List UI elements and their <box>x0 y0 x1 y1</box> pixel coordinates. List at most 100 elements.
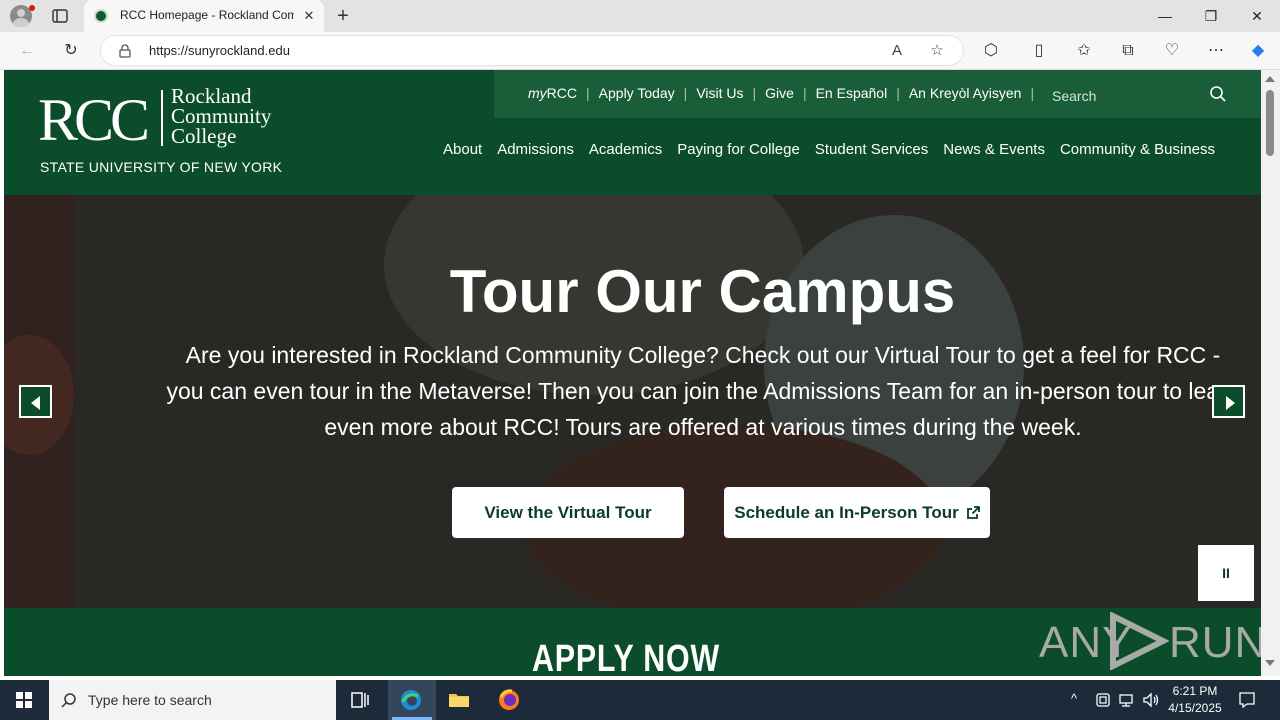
favorite-star-icon[interactable]: ☆ <box>927 41 947 61</box>
site-favicon-icon <box>94 9 108 23</box>
separator: | <box>896 85 900 101</box>
hero-slider: Tour Our Campus Are you interested in Ro… <box>4 195 1261 608</box>
chevron-left-icon <box>31 396 40 410</box>
view-virtual-tour-label: View the Virtual Tour <box>484 502 652 522</box>
close-window-button[interactable]: ✕ <box>1242 6 1272 26</box>
site-header: RCC Rockland Community College STATE UNI… <box>4 70 1261 195</box>
logo-name-line3: College <box>171 124 237 148</box>
notifications-icon[interactable] <box>1238 691 1256 709</box>
address-bar[interactable]: https://sunyrockland.edu A ☆ <box>100 35 964 66</box>
play-logo-icon <box>1110 612 1169 670</box>
myrcc-suffix: RCC <box>546 85 578 101</box>
main-nav: About Admissions Academics Paying for Co… <box>443 141 1230 158</box>
nav-paying-for-college[interactable]: Paying for College <box>677 141 800 158</box>
read-aloud-icon[interactable]: A <box>887 41 907 61</box>
url-text[interactable]: https://sunyrockland.edu <box>149 43 290 58</box>
nav-student-services[interactable]: Student Services <box>815 141 928 158</box>
schedule-tour-button[interactable]: Schedule an In-Person Tour <box>724 487 990 538</box>
pause-slider-button[interactable]: II <box>1198 545 1254 601</box>
utility-links: myRCC | Apply Today | Visit Us | Give | … <box>528 85 1043 101</box>
next-slide-button[interactable] <box>1212 385 1245 418</box>
restore-button[interactable]: ❐ <box>1196 6 1226 26</box>
nav-admissions[interactable]: Admissions <box>497 141 574 158</box>
taskbar-search-placeholder: Type here to search <box>88 692 212 708</box>
scrollbar-thumb[interactable] <box>1266 90 1274 156</box>
back-icon[interactable]: ← <box>16 40 38 62</box>
split-screen-icon[interactable]: ▯ <box>1028 40 1050 62</box>
tab-title: RCC Homepage - Rockland Com <box>120 8 294 22</box>
separator: | <box>1030 85 1035 101</box>
anyrun-watermark: ANY RUN <box>1039 610 1261 672</box>
search-icon <box>61 693 76 708</box>
refresh-icon[interactable]: ↻ <box>60 40 82 62</box>
chevron-right-icon <box>1226 396 1235 410</box>
schedule-tour-label: Schedule an In-Person Tour <box>734 502 959 522</box>
logo-name-line2: Community <box>171 104 272 128</box>
myrcc-prefix: my <box>528 85 547 101</box>
file-explorer-icon[interactable] <box>447 688 471 712</box>
more-options-icon[interactable]: ⋯ <box>1205 40 1227 62</box>
minimize-button[interactable]: — <box>1150 6 1180 26</box>
logo-name[interactable]: Rockland Community College <box>171 84 272 148</box>
watermark-right-text: RUN <box>1169 618 1261 667</box>
util-link-visit[interactable]: Visit Us <box>696 85 743 101</box>
logo-subtitle: STATE UNIVERSITY OF NEW YORK <box>40 159 283 175</box>
clock-time: 6:21 PM <box>1172 684 1218 698</box>
hero-text: Are you interested in Rockland Community… <box>166 342 1240 440</box>
apply-now-heading[interactable]: APPLY NOW <box>532 638 720 676</box>
show-hidden-icons-chevron-icon[interactable]: ^ <box>1071 691 1077 706</box>
start-button[interactable] <box>0 680 48 720</box>
util-link-kreyol[interactable]: An Kreyòl Ayisyen <box>909 85 1022 101</box>
task-view-icon[interactable] <box>348 688 372 712</box>
separator: | <box>802 85 807 101</box>
nav-news-events[interactable]: News & Events <box>943 141 1045 158</box>
logo-mark[interactable]: RCC <box>38 86 150 154</box>
taskbar-search-box[interactable]: Type here to search <box>49 680 336 720</box>
network-icon[interactable] <box>1118 692 1136 708</box>
pause-icon: II <box>1222 565 1230 581</box>
separator: | <box>683 85 688 101</box>
utility-nav-bar: myRCC | Apply Today | Visit Us | Give | … <box>494 70 1261 118</box>
system-clock[interactable]: 6:21 PM 4/15/2025 <box>1160 683 1230 717</box>
nav-community-business[interactable]: Community & Business <box>1060 141 1215 158</box>
nav-academics[interactable]: Academics <box>589 141 662 158</box>
tab-actions-icon[interactable] <box>50 6 70 26</box>
volume-icon[interactable] <box>1142 692 1160 708</box>
windows-logo-icon <box>16 692 32 708</box>
view-virtual-tour-button[interactable]: View the Virtual Tour <box>452 487 684 538</box>
separator: | <box>586 85 590 101</box>
edge-browser-icon[interactable] <box>399 688 423 712</box>
browser-tab-active[interactable]: RCC Homepage - Rockland Com ✕ <box>84 0 324 32</box>
util-link-myrcc[interactable]: myRCC <box>528 85 577 101</box>
webpage-viewport: RCC Rockland Community College STATE UNI… <box>4 70 1261 676</box>
notification-dot <box>29 5 35 11</box>
lock-icon <box>119 44 131 58</box>
browser-essentials-icon[interactable]: ♡ <box>1161 40 1183 62</box>
browser-toolbar: ← ↻ https://sunyrockland.edu A ☆ ⬡ ▯ ✩ ⧉… <box>0 32 1280 70</box>
search-icon[interactable] <box>1209 85 1227 103</box>
site-search-input[interactable]: Search <box>1043 79 1251 109</box>
search-placeholder: Search <box>1052 88 1097 104</box>
new-tab-button[interactable]: + <box>332 5 354 27</box>
util-link-give[interactable]: Give <box>765 85 794 101</box>
firefox-icon[interactable] <box>497 688 521 712</box>
logo-name-line1: Rockland <box>171 84 252 108</box>
scroll-down-icon[interactable] <box>1265 660 1275 666</box>
favorites-icon[interactable]: ✩ <box>1073 40 1095 62</box>
hero-title: Tour Our Campus <box>449 258 956 325</box>
nav-about[interactable]: About <box>443 141 482 158</box>
browser-tab-strip: RCC Homepage - Rockland Com ✕ + — ❐ ✕ <box>0 0 1280 32</box>
external-link-icon <box>966 506 980 519</box>
scroll-up-icon[interactable] <box>1265 76 1275 82</box>
util-link-espanol[interactable]: En Español <box>816 85 888 101</box>
collections-icon[interactable]: ⧉ <box>1117 40 1139 62</box>
logo-divider <box>161 90 163 146</box>
previous-slide-button[interactable] <box>19 385 52 418</box>
clock-date: 4/15/2025 <box>1168 701 1222 715</box>
extensions-icon[interactable]: ⬡ <box>980 40 1002 62</box>
page-scrollbar[interactable] <box>1261 70 1280 676</box>
util-link-apply[interactable]: Apply Today <box>599 85 675 101</box>
copilot-icon[interactable]: ◆ <box>1247 40 1269 62</box>
close-tab-icon[interactable]: ✕ <box>300 7 318 25</box>
security-tray-icon[interactable] <box>1096 692 1110 708</box>
